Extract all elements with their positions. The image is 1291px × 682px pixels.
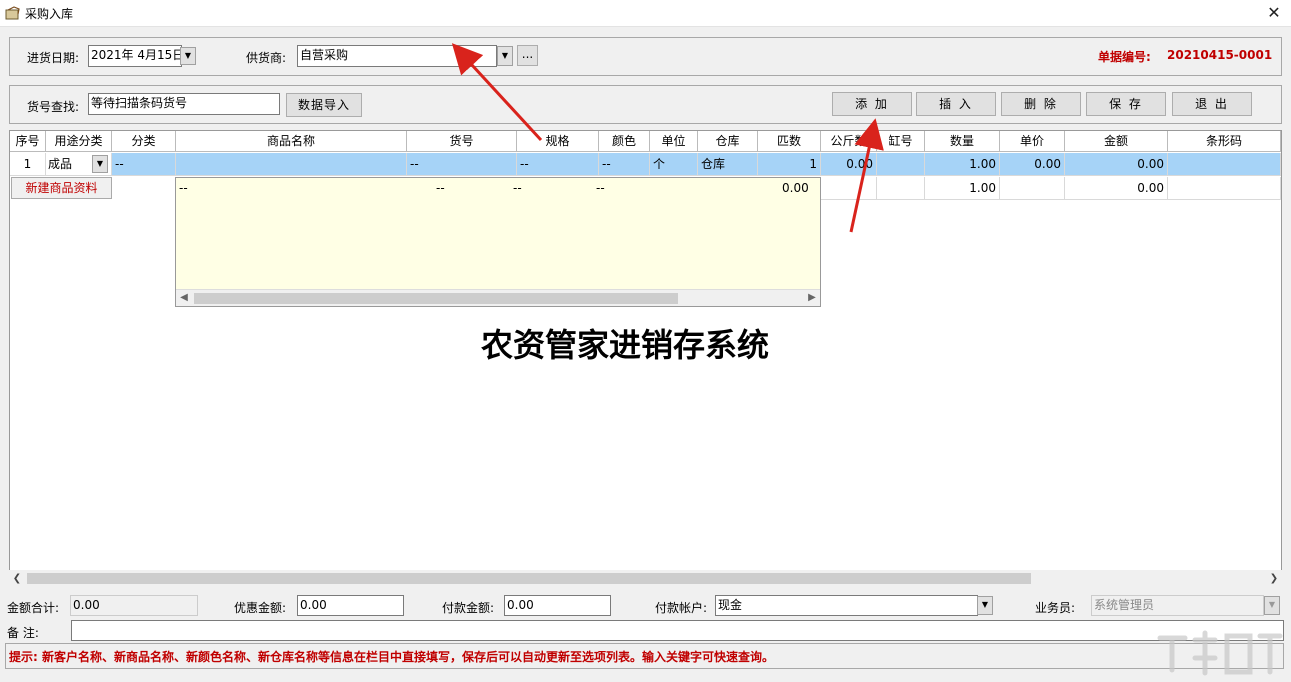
supplier-field[interactable]: 自营采购 bbox=[297, 45, 497, 67]
watermark-title: 农资管家进销存系统 bbox=[481, 326, 770, 364]
col-item-no[interactable]: 货号 bbox=[407, 131, 517, 152]
cell-barcode[interactable] bbox=[1168, 153, 1281, 176]
account-dropdown-button[interactable]: ▼ bbox=[977, 596, 993, 615]
delete-button[interactable]: 删 除 bbox=[1001, 92, 1081, 116]
cell-category[interactable]: -- bbox=[112, 153, 176, 176]
supplier-dropdown-button[interactable]: ▼ bbox=[497, 46, 513, 66]
cell-color[interactable]: -- bbox=[599, 153, 650, 176]
paid-label: 付款金额: bbox=[442, 601, 495, 615]
col-unit[interactable]: 单位 bbox=[650, 131, 698, 152]
date-label: 进货日期: bbox=[27, 51, 80, 65]
popup-color[interactable]: -- bbox=[596, 181, 605, 195]
popup-name[interactable]: -- bbox=[179, 181, 188, 195]
scroll-right-icon[interactable]: ❯ bbox=[1266, 570, 1282, 587]
total-label: 金额合计: bbox=[7, 601, 60, 615]
save-button[interactable]: 保 存 bbox=[1086, 92, 1166, 116]
col-barcode[interactable]: 条形码 bbox=[1168, 131, 1281, 152]
doc-no-label: 单据编号: bbox=[1098, 50, 1151, 64]
grid-scrollbar[interactable]: ❮ ❯ bbox=[9, 570, 1282, 587]
col-qty[interactable]: 数量 bbox=[925, 131, 1000, 152]
insert-button[interactable]: 插 入 bbox=[916, 92, 996, 116]
remark-label: 备 注: bbox=[7, 626, 39, 640]
add-button[interactable]: 添 加 bbox=[832, 92, 912, 116]
item-lookup-popup[interactable]: -- -- -- -- 0.00 ◀ ▶ bbox=[175, 177, 821, 307]
date-field[interactable]: 2021年 4月15日 bbox=[88, 45, 182, 67]
col-spec[interactable]: 规格 bbox=[517, 131, 599, 152]
col-usage[interactable]: 用途分类 bbox=[46, 131, 112, 152]
cell-warehouse[interactable]: 仓库 bbox=[698, 153, 758, 176]
col-category[interactable]: 分类 bbox=[112, 131, 176, 152]
staff-label: 业务员: bbox=[1035, 601, 1076, 615]
col-vat[interactable]: 缸号 bbox=[877, 131, 925, 152]
cell-price[interactable]: 0.00 bbox=[1000, 153, 1065, 176]
total-field: 0.00 bbox=[70, 595, 198, 616]
cell-kg[interactable] bbox=[821, 177, 877, 200]
search-input[interactable]: 等待扫描条码货号 bbox=[88, 93, 280, 115]
cell-kg[interactable]: 0.00 bbox=[821, 153, 877, 176]
app-icon bbox=[5, 6, 20, 20]
cell-pieces[interactable]: 1 bbox=[758, 153, 821, 176]
exit-button[interactable]: 退 出 bbox=[1172, 92, 1252, 116]
grid-header: 序号 用途分类 分类 商品名称 货号 规格 颜色 单位 仓库 匹数 公斤数 缸号… bbox=[10, 131, 1281, 152]
col-price[interactable]: 单价 bbox=[1000, 131, 1065, 152]
close-icon[interactable]: ✕ bbox=[1262, 2, 1286, 24]
popup-item-no[interactable]: -- bbox=[436, 181, 445, 195]
cell-vat[interactable] bbox=[877, 177, 925, 200]
staff-select[interactable]: 系统管理员 bbox=[1091, 595, 1264, 616]
grid-scroll-thumb[interactable] bbox=[27, 573, 1031, 584]
col-seq[interactable]: 序号 bbox=[10, 131, 46, 152]
account-label: 付款帐户: bbox=[655, 601, 708, 615]
cell-amount[interactable]: 0.00 bbox=[1065, 177, 1168, 200]
header-panel bbox=[9, 37, 1282, 76]
cell-barcode[interactable] bbox=[1168, 177, 1281, 200]
cell-amount[interactable]: 0.00 bbox=[1065, 153, 1168, 176]
staff-dropdown-button[interactable]: ▼ bbox=[1264, 596, 1280, 615]
cell-usage[interactable]: 成品 ▼ bbox=[46, 153, 112, 176]
cell-seq: 1 bbox=[10, 153, 46, 176]
popup-scrollbar[interactable]: ◀ ▶ bbox=[176, 289, 820, 306]
col-warehouse[interactable]: 仓库 bbox=[698, 131, 758, 152]
paid-input[interactable]: 0.00 bbox=[504, 595, 611, 616]
discount-label: 优惠金额: bbox=[234, 601, 287, 615]
new-item-button[interactable]: 新建商品资料 bbox=[11, 177, 112, 199]
popup-spec[interactable]: -- bbox=[513, 181, 522, 195]
window-title: 采购入库 bbox=[25, 7, 74, 21]
col-name[interactable]: 商品名称 bbox=[176, 131, 407, 152]
cell-price[interactable] bbox=[1000, 177, 1065, 200]
col-kg[interactable]: 公斤数 bbox=[821, 131, 877, 152]
scroll-left-icon[interactable]: ◀ bbox=[176, 290, 192, 306]
discount-input[interactable]: 0.00 bbox=[297, 595, 404, 616]
table-row[interactable]: 1 成品 ▼ -- -- -- -- 个 仓库 1 0.00 1.00 0.00… bbox=[10, 153, 1281, 176]
col-pieces[interactable]: 匹数 bbox=[758, 131, 821, 152]
usage-value: 成品 bbox=[48, 157, 73, 171]
cell-item-no[interactable]: -- bbox=[407, 153, 517, 176]
usage-dropdown-button[interactable]: ▼ bbox=[92, 155, 108, 173]
supplier-more-button[interactable]: ... bbox=[517, 45, 538, 66]
cell-vat[interactable] bbox=[877, 153, 925, 176]
popup-value[interactable]: 0.00 bbox=[782, 181, 809, 195]
cell-unit[interactable]: 个 bbox=[650, 153, 698, 176]
supplier-label: 供货商: bbox=[246, 51, 287, 65]
col-amount[interactable]: 金额 bbox=[1065, 131, 1168, 152]
tip-text: 提示: 新客户名称、新商品名称、新颜色名称、新仓库名称等信息在栏目中直接填写，保… bbox=[9, 650, 774, 664]
popup-scroll-thumb[interactable] bbox=[194, 293, 678, 304]
import-button[interactable]: 数据导入 bbox=[286, 93, 362, 117]
cell-qty[interactable]: 1.00 bbox=[925, 177, 1000, 200]
doc-no-value: 20210415-0001 bbox=[1167, 48, 1273, 62]
title-bar: 采购入库 ✕ bbox=[0, 0, 1291, 27]
cell-spec[interactable]: -- bbox=[517, 153, 599, 176]
site-logo-icon bbox=[1157, 630, 1283, 676]
search-label: 货号查找: bbox=[27, 100, 80, 114]
date-dropdown-button[interactable]: ▼ bbox=[180, 47, 196, 65]
scroll-right-icon[interactable]: ▶ bbox=[804, 290, 820, 306]
col-color[interactable]: 颜色 bbox=[599, 131, 650, 152]
remark-input[interactable] bbox=[71, 620, 1284, 641]
account-select[interactable]: 现金 bbox=[715, 595, 978, 616]
cell-name[interactable] bbox=[176, 153, 407, 176]
scroll-left-icon[interactable]: ❮ bbox=[9, 570, 25, 587]
cell-qty[interactable]: 1.00 bbox=[925, 153, 1000, 176]
